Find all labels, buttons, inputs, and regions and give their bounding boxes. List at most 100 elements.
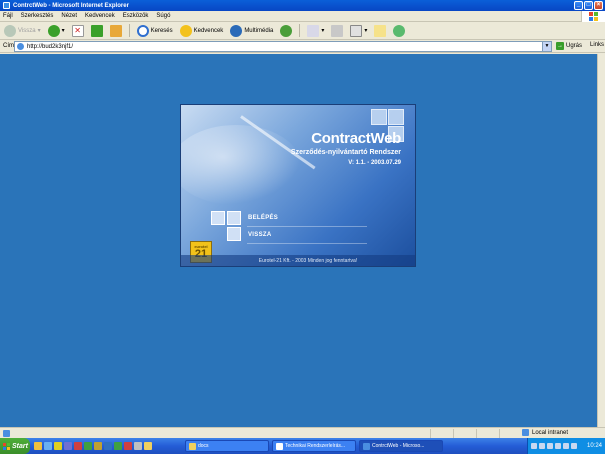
stop-icon: ✕: [71, 24, 84, 37]
folder-icon: [189, 442, 196, 450]
address-bar: Cím http://bud2k3njf1/ ▼ → Ugrás Links: [0, 40, 605, 53]
discuss-button[interactable]: [372, 24, 388, 38]
address-input[interactable]: http://bud2k3njf1/ ▼: [14, 41, 552, 52]
splash-footer: Eurotel-21 Kft. - 2003 Minden jog fennta…: [181, 255, 415, 266]
media-button[interactable]: Multimédia: [228, 24, 275, 38]
tray-icon[interactable]: [547, 443, 553, 449]
quicklaunch-icon[interactable]: [44, 442, 52, 450]
mail-icon: [307, 24, 320, 37]
back-label: Vissza: [18, 27, 36, 34]
refresh-icon: [90, 24, 103, 37]
search-button[interactable]: Keresés: [135, 24, 175, 38]
menu-square: [227, 227, 241, 241]
menu-view[interactable]: Nézet: [61, 13, 77, 19]
go-arrow-icon: →: [556, 42, 564, 50]
quicklaunch-icon[interactable]: [54, 442, 62, 450]
status-bar: Local intranet: [0, 427, 605, 438]
print-button[interactable]: [329, 24, 345, 38]
intranet-icon: [522, 429, 529, 436]
tray-icon[interactable]: [531, 443, 537, 449]
maximize-button[interactable]: □: [584, 1, 593, 10]
tray-icon[interactable]: [539, 443, 545, 449]
mail-button[interactable]: ▾: [305, 24, 326, 38]
back-button[interactable]: Vissza ▾: [2, 24, 43, 38]
quicklaunch-icon[interactable]: [134, 442, 142, 450]
task-contrctweb[interactable]: ContrctWeb - Microso...: [359, 440, 443, 452]
toolbar: Vissza ▾ ▾ ✕ Keresés Kedvencek Multimédi…: [0, 22, 605, 40]
close-button[interactable]: ×: [594, 1, 603, 10]
refresh-button[interactable]: [89, 24, 105, 38]
security-zone: Local intranet: [522, 429, 568, 436]
document-icon: [276, 442, 283, 450]
quicklaunch-icon[interactable]: [94, 442, 102, 450]
search-label: Keresés: [150, 27, 173, 34]
links-button[interactable]: Links: [590, 42, 604, 48]
windows-flag-icon: [3, 442, 10, 450]
quicklaunch-icon[interactable]: [74, 442, 82, 450]
minimize-button[interactable]: _: [574, 1, 583, 10]
address-dropdown-button[interactable]: ▼: [542, 42, 551, 51]
hand-graphic: [181, 125, 301, 205]
start-button[interactable]: Start: [0, 438, 30, 454]
deco-square: [371, 109, 387, 125]
menubar: Fájl Szerkesztés Nézet Kedvencek Eszközö…: [0, 11, 605, 22]
ie-icon: [3, 2, 10, 9]
quicklaunch-icon[interactable]: [64, 442, 72, 450]
back-link[interactable]: VISSZA: [248, 232, 271, 238]
quicklaunch-icon[interactable]: [114, 442, 122, 450]
go-label: Ugrás: [566, 43, 583, 49]
status-page-icon: [3, 429, 10, 437]
page-icon: [17, 43, 24, 50]
go-button[interactable]: → Ugrás: [556, 42, 582, 50]
quicklaunch-icon[interactable]: [104, 442, 112, 450]
history-icon: [280, 24, 293, 37]
quicklaunch-icon[interactable]: [84, 442, 92, 450]
quicklaunch-icon[interactable]: [144, 442, 152, 450]
menu-file[interactable]: Fájl: [3, 13, 13, 19]
ie-icon: [363, 442, 370, 450]
chevron-down-icon: ▾: [321, 28, 325, 34]
menu-edit[interactable]: Szerkesztés: [21, 13, 54, 19]
media-icon: [230, 24, 243, 37]
splash-panel: ContractWeb Szerződés-nyilvántartó Rends…: [180, 104, 416, 267]
version-text: V: 1.1. - 2003.07.29: [348, 160, 401, 166]
tray-icon[interactable]: [555, 443, 561, 449]
back-arrow-icon: [4, 24, 16, 37]
menu-favorites[interactable]: Kedvencek: [85, 13, 115, 19]
search-icon: [136, 24, 149, 37]
favorites-button[interactable]: Kedvencek: [178, 24, 226, 38]
messenger-button[interactable]: [391, 24, 407, 38]
chevron-down-icon: ▾: [61, 28, 65, 34]
home-icon: [109, 24, 122, 37]
deco-square: [388, 109, 404, 125]
tray-icon[interactable]: [563, 443, 569, 449]
windows-logo: [581, 11, 605, 22]
zone-label: Local intranet: [532, 429, 569, 436]
menu-square: [227, 211, 241, 225]
chevron-down-icon: ▾: [37, 28, 41, 34]
login-link[interactable]: BELÉPÉS: [248, 215, 278, 221]
quick-launch: [34, 442, 152, 450]
stop-button[interactable]: ✕: [70, 24, 86, 38]
copyright-text: Eurotel-21 Kft. - 2003 Minden jog fennta…: [258, 257, 358, 264]
quicklaunch-icon[interactable]: [124, 442, 132, 450]
menu-divider: [247, 243, 367, 244]
start-label: Start: [12, 442, 28, 450]
forward-button[interactable]: ▾: [46, 24, 67, 38]
chevron-down-icon: ▾: [364, 28, 368, 34]
menu-tools[interactable]: Eszközök: [123, 13, 149, 19]
brand-title: ContractWeb: [311, 130, 401, 147]
vertical-scrollbar[interactable]: [597, 54, 605, 427]
window-titlebar[interactable]: ContrctWeb - Microsoft Internet Explorer…: [0, 0, 605, 11]
media-label: Multimédia: [244, 27, 274, 34]
tray-icon[interactable]: [571, 443, 577, 449]
menu-help[interactable]: Súgó: [156, 13, 170, 19]
home-button[interactable]: [108, 24, 124, 38]
forward-arrow-icon: [47, 24, 60, 37]
edit-button[interactable]: ▾: [348, 24, 369, 38]
task-technical-doc[interactable]: Technikai Rendszerleírás...: [272, 440, 356, 452]
task-docs[interactable]: docs: [185, 440, 269, 452]
quicklaunch-icon[interactable]: [34, 442, 42, 450]
clock[interactable]: 10:24: [587, 443, 602, 449]
history-button[interactable]: [278, 24, 294, 38]
